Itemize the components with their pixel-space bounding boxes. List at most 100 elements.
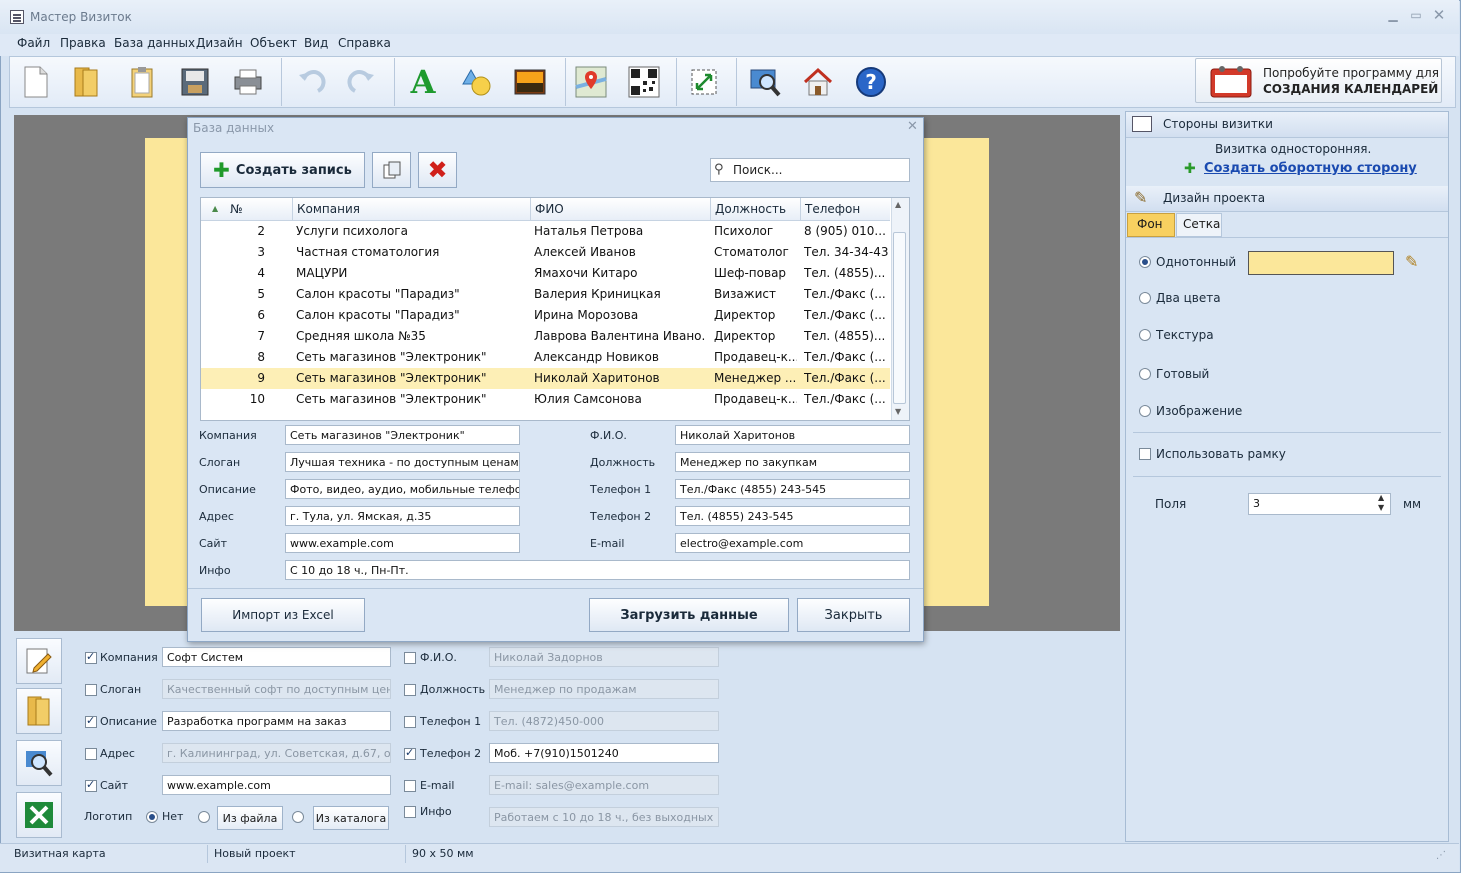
menu-help[interactable]: Справка	[338, 36, 391, 50]
search-card-button[interactable]	[16, 740, 62, 786]
minimize-icon[interactable]: ▁	[1383, 8, 1403, 24]
logo-file-radio[interactable]	[198, 811, 210, 823]
position-input[interactable]: Менеджер по продажам	[489, 679, 719, 699]
detail-desc-input[interactable]: Фото, видео, аудио, мобильные телефоны	[285, 479, 520, 499]
slogan-input[interactable]: Качественный софт по доступным ценам	[162, 679, 391, 699]
detail-info-input[interactable]: С 10 до 18 ч., Пн-Пт.	[285, 560, 910, 580]
bg-solid-radio[interactable]	[1139, 256, 1151, 268]
logo-from-catalog-button[interactable]: Из каталога	[313, 806, 389, 830]
fio-checkbox[interactable]	[404, 652, 416, 664]
copy-record-button[interactable]	[372, 152, 411, 188]
scroll-down-icon[interactable]: ▼	[895, 407, 901, 416]
logo-from-file-button[interactable]: Из файла	[217, 806, 283, 830]
col-header-position[interactable]: Должность	[715, 202, 786, 216]
column-separator[interactable]	[530, 198, 531, 221]
clipboard-icon[interactable]	[120, 60, 164, 104]
table-row[interactable]: 10 Сеть магазинов "Электроник" Юлия Самсон…	[201, 389, 890, 410]
position-checkbox[interactable]	[404, 684, 416, 696]
fio-input[interactable]: Николай Задорнов	[489, 647, 719, 667]
print-icon[interactable]	[226, 60, 270, 104]
detail-addr-input[interactable]: г. Тула, ул. Ямская, д.35	[285, 506, 520, 526]
info-input[interactable]: Работаем с 10 до 18 ч., без выходных	[489, 807, 719, 827]
delete-record-button[interactable]: ✖	[418, 152, 457, 188]
tab-grid[interactable]: Сетка	[1176, 213, 1222, 237]
image-icon[interactable]	[508, 60, 552, 104]
table-row[interactable]: 8 Сеть магазинов "Электроник" Александр Но…	[201, 347, 890, 368]
menu-object[interactable]: Объект	[250, 36, 297, 50]
scroll-up-icon[interactable]: ▲	[895, 200, 901, 209]
edit-text-button[interactable]	[16, 638, 62, 684]
logo-none-radio[interactable]	[146, 811, 158, 823]
color-swatch[interactable]	[1248, 251, 1394, 275]
eyedropper-icon[interactable]: ✎	[1405, 252, 1418, 271]
dialog-close-icon[interactable]: ✕	[907, 119, 918, 134]
column-separator[interactable]	[800, 198, 801, 221]
redo-icon[interactable]	[340, 60, 384, 104]
import-excel-button[interactable]: Импорт из Excel	[201, 598, 365, 632]
detail-ph2-input[interactable]: Тел. (4855) 243-545	[675, 506, 910, 526]
email-input[interactable]: E-mail: sales@example.com	[489, 775, 719, 795]
menu-view[interactable]: Вид	[304, 36, 328, 50]
phone2-input[interactable]: Моб. +7(910)1501240	[489, 743, 719, 763]
company-checkbox[interactable]	[85, 650, 97, 664]
detail-ph1-input[interactable]: Тел./Факс (4855) 243-545	[675, 479, 910, 499]
col-header-company[interactable]: Компания	[297, 202, 360, 216]
phone1-checkbox[interactable]	[404, 716, 416, 728]
text-tool-icon[interactable]: A	[401, 60, 445, 104]
open-folder-icon[interactable]	[64, 60, 108, 104]
address-checkbox[interactable]	[85, 748, 97, 760]
slogan-checkbox[interactable]	[85, 684, 97, 696]
create-record-button[interactable]: ✚ Создать запись	[200, 152, 365, 188]
resize-grip-icon[interactable]: ⋰	[1436, 850, 1446, 861]
table-row[interactable]: 5 Салон красоты "Парадиз" Валерия Криницка…	[201, 284, 890, 305]
table-row[interactable]: 2 Услуги психолога Наталья Петрова Психолог…	[201, 221, 890, 242]
detail-slogan-input[interactable]: Лучшая техника - по доступным ценам !	[285, 452, 520, 472]
column-separator[interactable]	[292, 198, 293, 221]
col-header-phone[interactable]: Телефон	[805, 202, 860, 216]
tab-background[interactable]: Фон	[1127, 213, 1175, 237]
phone2-checkbox[interactable]	[404, 746, 416, 760]
new-file-icon[interactable]	[14, 60, 58, 104]
bg-image-radio[interactable]	[1139, 405, 1151, 417]
table-row[interactable]: 6 Салон красоты "Парадиз" Ирина Морозова Ди…	[201, 305, 890, 326]
use-frame-checkbox[interactable]	[1139, 448, 1151, 460]
close-icon[interactable]: ✕	[1429, 6, 1449, 24]
map-icon[interactable]	[569, 60, 613, 104]
qr-code-icon[interactable]	[622, 60, 666, 104]
bg-two-colors-radio[interactable]	[1139, 292, 1151, 304]
description-input[interactable]: Разработка программ на заказ	[162, 711, 391, 731]
close-dialog-button[interactable]: Закрыть	[797, 598, 910, 632]
home-icon[interactable]	[796, 60, 840, 104]
bg-texture-radio[interactable]	[1139, 329, 1151, 341]
excel-button[interactable]	[16, 792, 62, 838]
load-data-button[interactable]: Загрузить данные	[589, 598, 789, 632]
bg-ready-radio[interactable]	[1139, 368, 1151, 380]
phone1-input[interactable]: Тел. (4872)450-000	[489, 711, 719, 731]
create-back-side-link[interactable]: Создать оборотную сторону	[1204, 161, 1417, 176]
email-checkbox[interactable]	[404, 780, 416, 792]
detail-fio-input[interactable]: Николай Харитонов	[675, 425, 910, 445]
maximize-icon[interactable]: ▭	[1406, 8, 1426, 24]
shapes-icon[interactable]	[455, 60, 499, 104]
undo-icon[interactable]	[289, 60, 333, 104]
detail-email-input[interactable]: electro@example.com	[675, 533, 910, 553]
help-icon[interactable]: ?	[849, 60, 893, 104]
company-input[interactable]: Софт Систем	[162, 647, 391, 667]
scrollbar-thumb[interactable]	[893, 232, 906, 404]
margins-spinner[interactable]: 3	[1248, 493, 1391, 515]
site-checkbox[interactable]	[85, 778, 97, 792]
col-header-fio[interactable]: ФИО	[535, 202, 564, 216]
description-checkbox[interactable]	[85, 714, 97, 728]
col-header-number[interactable]: №	[230, 202, 242, 216]
table-row[interactable]: 4 МАЦУРИ Ямахочи Китаро Шеф-повар Тел. (4855…	[201, 263, 890, 284]
logo-catalog-radio[interactable]	[292, 811, 304, 823]
address-input[interactable]: г. Калининград, ул. Советская, д.67, оф.…	[162, 743, 391, 763]
open-template-button[interactable]	[16, 688, 62, 734]
table-row[interactable]: 3 Частная стоматология Алексей Иванов Стома…	[201, 242, 890, 263]
info-checkbox[interactable]	[404, 806, 416, 818]
menu-database[interactable]: База данных	[114, 36, 195, 50]
table-row[interactable]: 7 Средняя школа №35 Лаврова Валентина Иван…	[201, 326, 890, 347]
save-icon[interactable]	[173, 60, 217, 104]
menu-design[interactable]: Дизайн	[196, 36, 243, 50]
column-separator[interactable]	[710, 198, 711, 221]
